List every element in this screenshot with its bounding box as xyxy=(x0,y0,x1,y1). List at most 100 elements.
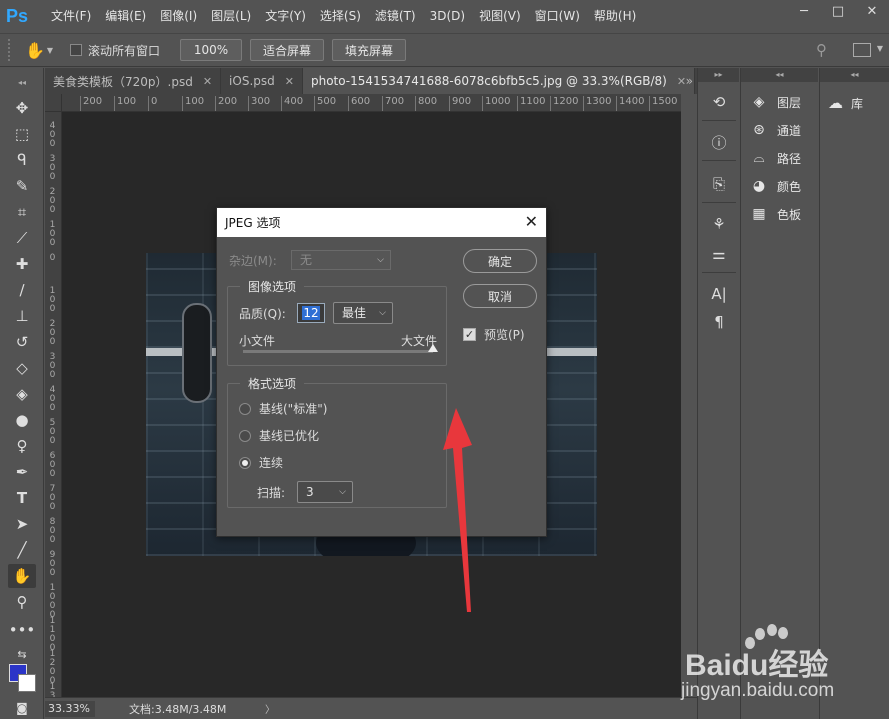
scroll-all-windows-checkbox[interactable] xyxy=(70,44,82,56)
menu-image[interactable]: 图像(I) xyxy=(153,0,204,32)
tab-food-template[interactable]: 美食类模板（720p）.psd ✕ xyxy=(45,68,222,94)
properties-icon[interactable]: ⎘ xyxy=(704,172,734,196)
dialog-titlebar[interactable]: JPEG 选项 ✕ xyxy=(217,208,546,237)
preview-checkbox[interactable]: ✓ xyxy=(463,328,476,341)
panel-color[interactable]: ◕ 颜色 xyxy=(749,175,801,197)
type-tool-icon[interactable]: T xyxy=(8,486,36,510)
history-icon[interactable]: ⟲ xyxy=(704,90,734,114)
more-tools-icon[interactable]: ••• xyxy=(8,618,36,642)
search-icon[interactable]: ⚲ xyxy=(816,41,827,59)
background-color-swatch[interactable] xyxy=(18,674,36,692)
pen-tool-icon[interactable]: ✒ xyxy=(8,460,36,484)
preview-row[interactable]: ✓ 预览(P) xyxy=(463,326,525,343)
menu-layer[interactable]: 图层(L) xyxy=(204,0,258,32)
zoom-tool-icon[interactable]: ⚲ xyxy=(8,590,36,614)
matte-select[interactable]: 无 ⌵ xyxy=(291,250,391,270)
healing-brush-tool-icon[interactable]: ✚ xyxy=(8,252,36,276)
menu-window[interactable]: 窗口(W) xyxy=(528,0,587,32)
tab-photo[interactable]: photo-1541534741688-6078c6bfb5c5.jpg @ 3… xyxy=(302,68,696,94)
quality-slider-thumb[interactable] xyxy=(428,344,438,352)
history-brush-tool-icon[interactable]: ↺ xyxy=(8,330,36,354)
options-grip[interactable] xyxy=(8,39,14,61)
ok-button[interactable]: 确定 xyxy=(463,249,537,273)
lasso-tool-icon[interactable]: ᑫ xyxy=(8,148,36,172)
brush-settings-icon[interactable]: ⚘ xyxy=(704,212,734,236)
eraser-tool-icon[interactable]: ◇ xyxy=(8,356,36,380)
quality-slider[interactable] xyxy=(243,344,438,353)
path-select-tool-icon[interactable]: ➤ xyxy=(8,512,36,536)
fit-screen-button[interactable]: 适合屏幕 xyxy=(250,39,325,61)
menu-view[interactable]: 视图(V) xyxy=(472,0,528,32)
close-window-button[interactable]: ✕ xyxy=(855,0,889,22)
brush-tool-icon[interactable]: ∕ xyxy=(8,278,36,302)
close-icon[interactable]: ✕ xyxy=(285,75,294,88)
menu-select[interactable]: 选择(S) xyxy=(313,0,368,32)
paint-bucket-tool-icon[interactable]: ◈ xyxy=(8,382,36,406)
info-icon[interactable]: ⓘ xyxy=(704,130,734,154)
ruler-label: 200 xyxy=(215,96,237,111)
swap-colors-icon[interactable]: ⇆ xyxy=(8,642,36,666)
minimize-button[interactable]: ─ xyxy=(787,0,821,22)
watermark-url: jingyan.baidu.com xyxy=(681,680,835,701)
ruler-label: 400 xyxy=(281,96,303,111)
quality-preset-select[interactable]: 最佳 ⌵ xyxy=(333,302,393,324)
panel-swatches[interactable]: ▦ 色板 xyxy=(749,203,801,225)
horizontal-ruler[interactable]: 200 100 0 100 200 300 400 500 600 700 80… xyxy=(62,94,681,112)
radio-button[interactable] xyxy=(239,456,251,469)
dodge-tool-icon[interactable]: ♀ xyxy=(8,434,36,458)
line-tool-icon[interactable]: ╱ xyxy=(8,538,36,562)
radio-baseline-standard[interactable]: 基线("标准") xyxy=(239,400,327,417)
ruler-corner[interactable] xyxy=(45,94,62,112)
adjustments-icon[interactable]: ⚌ xyxy=(704,242,734,266)
ruler-label: 700 xyxy=(382,96,404,111)
cancel-button[interactable]: 取消 xyxy=(463,284,537,308)
quality-input[interactable]: 12 xyxy=(297,303,325,323)
panel-paths[interactable]: ⌓ 路径 xyxy=(749,147,801,169)
menu-file[interactable]: 文件(F) xyxy=(44,0,98,32)
ruler-label: 1500 xyxy=(649,96,677,111)
vertical-ruler[interactable]: 4003002001000100200300400500600700800900… xyxy=(45,112,62,697)
marquee-tool-icon[interactable]: ⬚ xyxy=(8,122,36,146)
menu-filter[interactable]: 滤镜(T) xyxy=(368,0,423,32)
radio-baseline-optimized[interactable]: 基线已优化 xyxy=(239,427,319,444)
status-menu-arrow-icon[interactable]: 〉 xyxy=(265,701,275,716)
menu-3d[interactable]: 3D(D) xyxy=(423,0,472,32)
collapse-icon[interactable]: ◂◂ xyxy=(741,68,818,82)
character-icon[interactable]: A| xyxy=(704,282,734,306)
collapse-icon[interactable]: ▸▸ xyxy=(698,68,739,82)
eyedropper-tool-icon[interactable]: ⟋ xyxy=(8,226,36,250)
close-icon[interactable]: ✕ xyxy=(203,75,212,88)
menu-edit[interactable]: 编辑(E) xyxy=(98,0,153,32)
paragraph-icon[interactable]: ¶ xyxy=(704,310,734,334)
hand-tool-preset-icon[interactable]: ✋ ▼ xyxy=(24,38,54,62)
chevron-down-icon[interactable]: ▼ xyxy=(877,44,883,53)
zoom-level-field[interactable]: 33.33% xyxy=(45,700,95,717)
collapse-icon[interactable]: ◂◂ xyxy=(0,68,44,96)
panel-channels[interactable]: ⊛ 通道 xyxy=(749,119,801,141)
blur-tool-icon[interactable]: ● xyxy=(8,408,36,432)
zoom-100-button[interactable]: 100% xyxy=(180,39,243,61)
ruler-label: 1100 xyxy=(517,96,545,111)
annotation-arrow xyxy=(443,408,472,612)
workspace-icon[interactable] xyxy=(853,43,871,57)
tab-ios[interactable]: iOS.psd ✕ xyxy=(221,68,303,94)
quick-mask-icon[interactable]: ◙ xyxy=(8,696,36,719)
menu-type[interactable]: 文字(Y) xyxy=(258,0,313,32)
radio-button[interactable] xyxy=(239,429,251,442)
panel-libraries[interactable]: ☁ 库 xyxy=(828,94,863,112)
panel-layers[interactable]: ◈ 图层 xyxy=(749,91,801,113)
collapse-icon[interactable]: ◂◂ xyxy=(820,68,889,82)
radio-progressive[interactable]: 连续 xyxy=(239,454,283,471)
fill-screen-button[interactable]: 填充屏幕 xyxy=(332,39,407,61)
tabs-overflow-icon[interactable]: » xyxy=(686,68,693,94)
scans-select[interactable]: 3 ⌵ xyxy=(297,481,353,503)
stamp-tool-icon[interactable]: ⊥ xyxy=(8,304,36,328)
close-icon[interactable]: ✕ xyxy=(525,212,538,231)
hand-tool-icon[interactable]: ✋ xyxy=(8,564,36,588)
crop-tool-icon[interactable]: ⌗ xyxy=(8,200,36,224)
radio-button[interactable] xyxy=(239,402,251,415)
quick-select-tool-icon[interactable]: ✎ xyxy=(8,174,36,198)
move-tool-icon[interactable]: ✥ xyxy=(8,96,36,120)
menu-help[interactable]: 帮助(H) xyxy=(587,0,643,32)
maximize-button[interactable]: □ xyxy=(821,0,855,22)
